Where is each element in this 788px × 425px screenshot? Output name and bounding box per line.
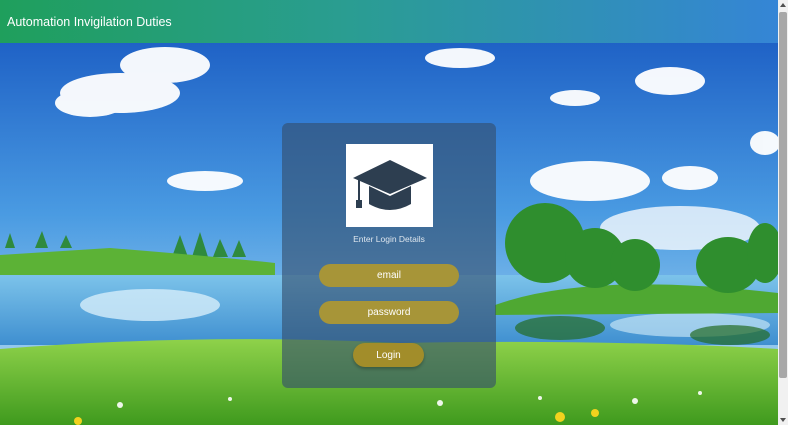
login-card: Enter Login Details Login <box>282 123 496 388</box>
scroll-up-arrow-icon[interactable] <box>778 0 788 10</box>
app-title: Automation Invigilation Duties <box>7 14 172 29</box>
page-scrollbar[interactable] <box>778 0 788 425</box>
email-field[interactable] <box>319 264 459 287</box>
top-navbar: Automation Invigilation Duties <box>0 0 778 43</box>
password-field[interactable] <box>319 301 459 324</box>
login-button[interactable]: Login <box>353 343 424 367</box>
scrollbar-thumb[interactable] <box>779 12 787 378</box>
graduation-cap-icon <box>352 159 427 210</box>
logo-box <box>346 144 433 227</box>
login-subtitle: Enter Login Details <box>353 234 425 244</box>
scroll-down-arrow-icon[interactable] <box>778 415 788 425</box>
